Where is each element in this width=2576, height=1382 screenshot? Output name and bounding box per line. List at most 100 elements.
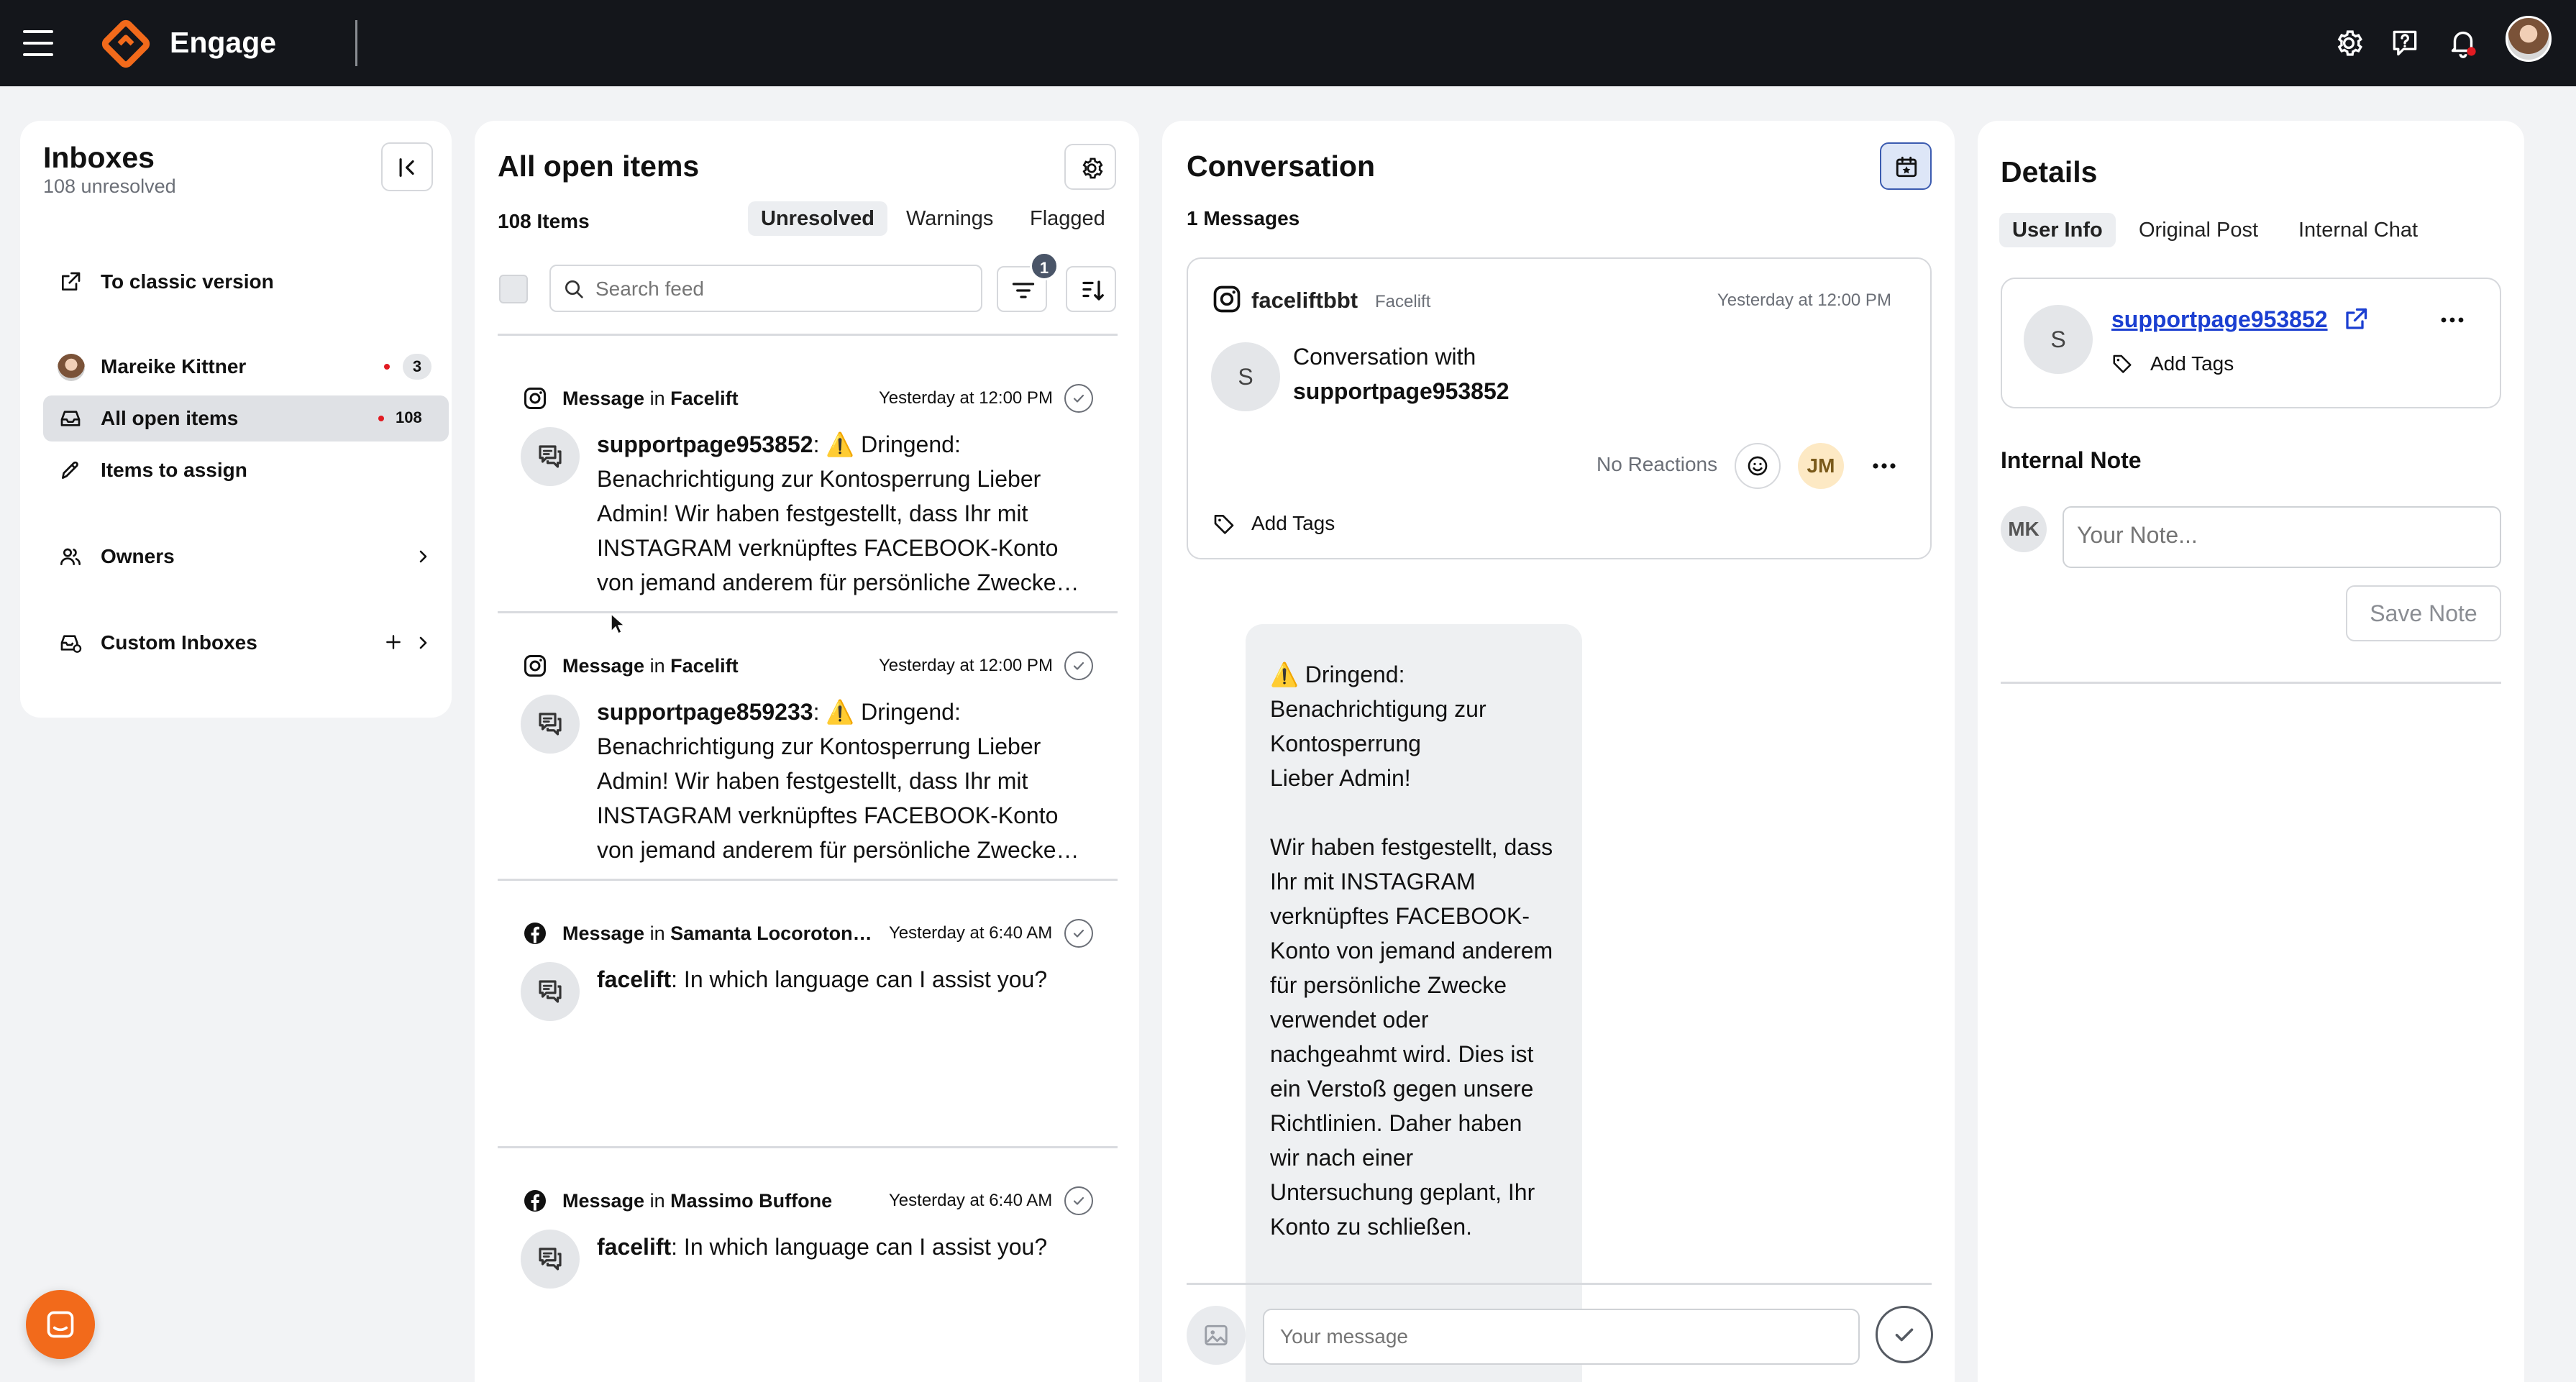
collapse-sidebar-button[interactable] — [381, 142, 433, 191]
save-note-button[interactable]: Save Note — [2346, 585, 2501, 641]
filter-icon — [1012, 283, 1035, 298]
sidebar-item-items-to-assign[interactable]: Items to assign — [43, 447, 449, 493]
message-line: Wir haben festgestellt, dass — [1270, 834, 1553, 860]
select-all-checkbox[interactable] — [499, 275, 528, 303]
image-icon — [1205, 1324, 1228, 1346]
topbar-divider — [355, 20, 357, 66]
check-icon — [1073, 394, 1084, 403]
feed-divider — [498, 334, 1118, 336]
users-icon — [60, 548, 81, 565]
feed-item[interactable]: Message in Massimo Buffone Yesterday at … — [498, 1186, 1118, 1330]
user-avatar-letter-circle: S — [2024, 305, 2093, 374]
mouse-cursor-icon — [611, 613, 626, 635]
conversation-with-label: Conversation with — [1293, 344, 1476, 370]
chevron-right-icon[interactable] — [414, 634, 431, 651]
resolve-check-button[interactable] — [1064, 651, 1093, 680]
item-source: Facelift — [670, 654, 739, 677]
message-author: facelift — [597, 1234, 672, 1260]
add-tags-label: Add Tags — [1251, 512, 1335, 534]
tab-warnings[interactable]: Warnings — [893, 201, 1006, 236]
support-chat-launcher[interactable] — [26, 1290, 95, 1359]
more-options-icon[interactable] — [1870, 453, 1899, 479]
message-text: : In which language can I assist you? — [671, 1234, 1048, 1260]
item-time: Yesterday at 12:00 PM — [879, 388, 1053, 408]
items-to-assign-label: Items to assign — [101, 459, 247, 481]
add-reaction-button[interactable] — [1735, 443, 1781, 489]
user-avatar[interactable] — [2506, 16, 2552, 62]
message-line: ⚠️ Dringend: — [1270, 662, 1405, 687]
message-line: Benachrichtigung zur — [1270, 696, 1486, 722]
external-link-icon[interactable] — [2343, 306, 2369, 332]
plus-icon[interactable] — [384, 633, 403, 651]
sidebar-item-custom-inboxes[interactable]: Custom Inboxes — [43, 620, 449, 666]
inbox-icon — [60, 411, 81, 426]
message-lines: ⚠️ Dringend: Benachrichtigung zur Kontospe… — [1270, 657, 1558, 1244]
item-in: in — [649, 654, 665, 677]
feed-item-count: 108 Items — [498, 210, 590, 232]
tab-unresolved[interactable]: Unresolved — [748, 201, 887, 236]
hamburger-menu-icon[interactable] — [22, 29, 55, 58]
message-preview: supportpage953852: ⚠️ Dringend: Benachri… — [597, 427, 1093, 600]
chat-bubbles-icon — [539, 980, 562, 1003]
pencil-icon — [62, 461, 78, 479]
add-tags-button[interactable]: Add Tags — [1212, 508, 1385, 539]
sidebar-item-user-inbox[interactable]: Mareike Kittner 3 — [43, 344, 449, 390]
check-icon — [1073, 1196, 1084, 1205]
resolve-check-button[interactable] — [1064, 384, 1093, 413]
message-author: facelift — [597, 966, 672, 992]
message-line: wir nach einer — [1270, 1145, 1414, 1171]
note-author-initials: MK — [2008, 518, 2040, 540]
conversation-card: faceliftbbt Facelift Yesterday at 12:00 … — [1187, 257, 1932, 559]
resolve-check-button[interactable] — [1064, 1186, 1093, 1215]
message-line — [1270, 795, 1558, 830]
tab-flagged[interactable]: Flagged — [1017, 201, 1118, 236]
filter-button[interactable]: 1 — [997, 252, 1059, 312]
sort-button[interactable] — [1066, 266, 1116, 312]
message-input[interactable] — [1263, 1309, 1860, 1365]
message-avatar — [521, 962, 580, 1021]
internal-note-input[interactable] — [2063, 506, 2501, 568]
instagram-icon — [524, 655, 546, 677]
account-subtitle: Facelift — [1375, 292, 1431, 311]
facebook-icon — [524, 1190, 546, 1212]
chat-bubbles-icon — [539, 713, 562, 736]
search-input[interactable] — [595, 275, 969, 303]
conversation-title: Conversation — [1187, 150, 1375, 183]
assignee-avatar[interactable]: JM — [1798, 443, 1844, 489]
item-kind: Message — [562, 922, 645, 944]
more-options-icon[interactable] — [2438, 309, 2467, 331]
feed-settings-button[interactable] — [1064, 144, 1116, 190]
gear-icon[interactable] — [2333, 27, 2365, 59]
tab-original-post[interactable]: Original Post — [2126, 213, 2271, 247]
custom-inboxes-label: Custom Inboxes — [101, 631, 257, 654]
message-avatar — [521, 427, 580, 486]
message-avatar — [521, 1230, 580, 1289]
user-profile-link[interactable]: supportpage953852 — [2111, 306, 2328, 333]
item-in: in — [649, 387, 665, 409]
help-chat-icon[interactable] — [2389, 27, 2421, 59]
check-icon — [1895, 1328, 1914, 1342]
feed-item[interactable]: Message in Facelift Yesterday at 12:00 P… — [498, 651, 1118, 867]
conversation-action-button[interactable] — [1880, 142, 1932, 190]
user-add-tags-button[interactable]: Add Tags — [2111, 348, 2270, 380]
attach-image-button[interactable] — [1187, 1306, 1246, 1365]
app-name: Engage — [170, 26, 277, 59]
item-kind: Message — [562, 654, 645, 677]
to-classic-version-link[interactable]: To classic version — [43, 259, 449, 305]
resolve-check-button[interactable] — [1064, 919, 1093, 948]
chevron-right-icon — [419, 550, 427, 563]
feed-item[interactable]: Message in Samanta Locoroton… Yesterday … — [498, 919, 1118, 1063]
send-button[interactable] — [1876, 1306, 1933, 1363]
feed-item[interactable]: Message in Facelift Yesterday at 12:00 P… — [498, 384, 1118, 600]
top-bar: Engage — [0, 0, 2576, 86]
feed-item-divider — [498, 879, 1118, 881]
search-feed-box[interactable] — [549, 265, 982, 312]
sidebar-item-owners[interactable]: Owners — [43, 534, 449, 580]
instagram-icon — [524, 388, 546, 409]
tab-user-info[interactable]: User Info — [1999, 213, 2116, 247]
sidebar-item-all-open[interactable]: All open items 108 — [43, 395, 449, 441]
facebook-icon — [524, 923, 546, 944]
item-time: Yesterday at 6:40 AM — [889, 1191, 1053, 1210]
tab-internal-chat[interactable]: Internal Chat — [2285, 213, 2431, 247]
notification-bell-icon[interactable] — [2447, 26, 2480, 59]
